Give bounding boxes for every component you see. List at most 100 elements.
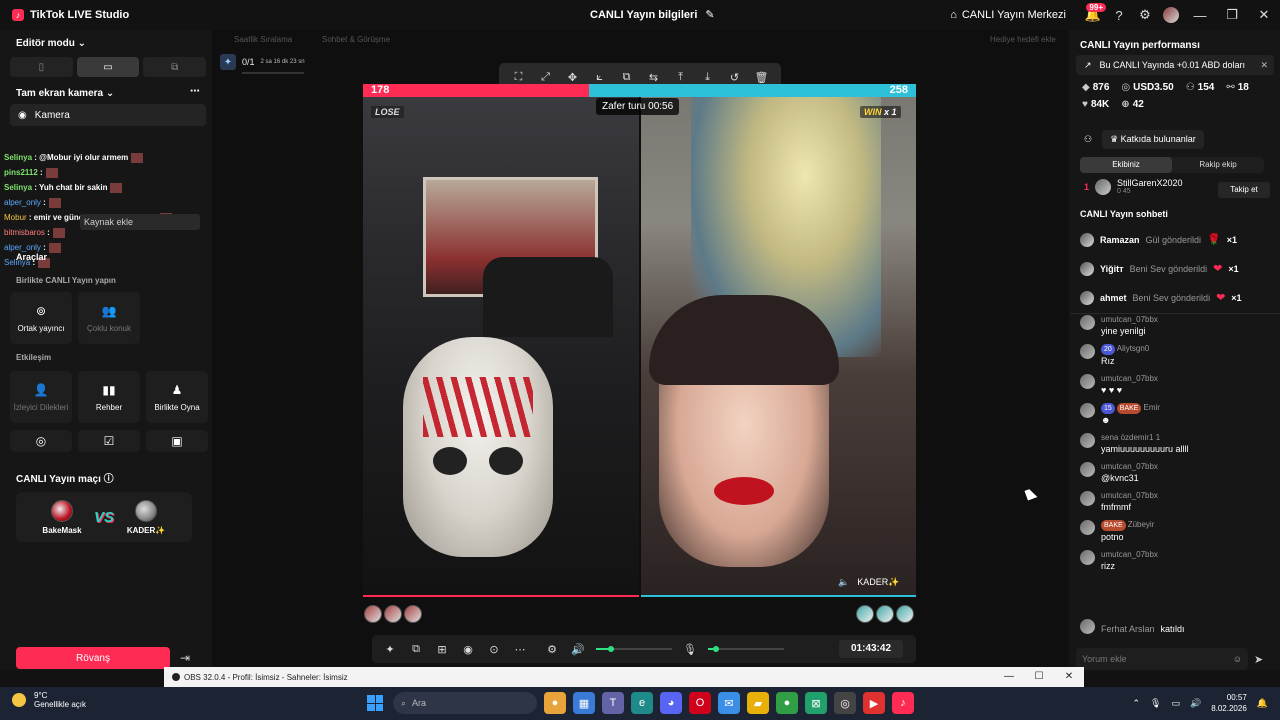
notifications-button[interactable]: 🔔 99+	[1080, 0, 1106, 30]
chat-call-label[interactable]: Sohbet & Görüşme	[322, 35, 390, 44]
add-layout-icon[interactable]: ⊞	[434, 643, 450, 656]
gift-message[interactable]: Yiğitт Beni Sev gönderildi ❤ ×1	[1080, 254, 1274, 283]
chat-message[interactable]: sena özdemir1 1 yamiuuuuuuuuuru allll	[1080, 432, 1274, 456]
chat-message[interactable]: umutcan_07bbx yine yenilgi	[1080, 314, 1274, 338]
weather-widget[interactable]: 9°C Genellikle açık	[12, 691, 86, 709]
avatar[interactable]	[856, 605, 874, 623]
chrome-alt-icon[interactable]: ●	[776, 692, 798, 714]
move-up-icon[interactable]: ⤒	[671, 71, 691, 84]
live-center-button[interactable]: ⌂ CANLI Yayın Merkezi	[950, 9, 1066, 21]
follow-button[interactable]: Takip et	[1218, 182, 1270, 198]
gift-goal-widget[interactable]: ✦ 0/1 2 sa 16 dk 23 sn	[220, 54, 305, 74]
chat-message[interactable]: umutcan_07bbx @kvnc31	[1080, 461, 1274, 485]
chat-message[interactable]: umutcan_07bbx ♥ ♥ ♥	[1080, 373, 1274, 397]
more-icon[interactable]: ⋯	[512, 643, 528, 656]
emoji-icon[interactable]: ☺	[1233, 648, 1242, 670]
info-icon[interactable]: ⓘ	[104, 474, 114, 485]
exit-icon[interactable]: ⇥	[180, 651, 190, 665]
more-options-icon[interactable]: ⋯	[190, 86, 200, 97]
profile-avatar[interactable]	[1158, 0, 1184, 30]
fullscreen-icon[interactable]: ⛶	[509, 71, 529, 84]
tab-our-team[interactable]: Ekibiniz	[1080, 157, 1172, 173]
tile-i-zleyici-dilekleri[interactable]: 👤 İzleyici Dilekleri	[10, 371, 72, 423]
microphone-icon[interactable]: 🎙	[682, 643, 698, 656]
hourly-ranking-label[interactable]: Saatlik Sıralama	[234, 35, 292, 44]
youtube-icon[interactable]: ▶	[863, 692, 885, 714]
scene-switch-icon[interactable]: ⧉	[408, 643, 424, 656]
gift-message[interactable]: Ramazan Gül gönderildi 🌹 ×1	[1080, 225, 1274, 254]
avatar[interactable]	[876, 605, 894, 623]
portrait-layout-button[interactable]: ▯	[10, 57, 73, 77]
tiktok-live-icon[interactable]: ♪	[892, 692, 914, 714]
tab-rival-team[interactable]: Rakip ekip	[1172, 157, 1264, 173]
tile-partial-3[interactable]: ▣	[146, 430, 208, 452]
landscape-layout-button[interactable]: ▭	[76, 57, 140, 77]
rematch-button[interactable]: Rövanş	[16, 647, 170, 669]
tile-birlikte-oyna[interactable]: ♟ Birlikte Oyna	[146, 371, 208, 423]
audio-settings-icon[interactable]: ⚙	[544, 643, 560, 656]
avatar[interactable]	[384, 605, 402, 623]
network-icon[interactable]: ▭	[1171, 698, 1180, 709]
rotate-icon[interactable]: ↺	[725, 71, 745, 84]
contributors-button[interactable]: ♛ Katkıda bulunanlar	[1102, 130, 1204, 149]
chat-message[interactable]: 15 BAKE Emir ☻	[1080, 402, 1274, 427]
add-source-button[interactable]: Kaynak ekle	[80, 214, 200, 230]
maximize-icon[interactable]: ☐	[1024, 667, 1054, 687]
editor-mode-dropdown[interactable]: Editör modu ⌄	[16, 38, 86, 49]
xbox-icon[interactable]: ⊠	[805, 692, 827, 714]
leaderboard-row[interactable]: 1 StillGarenX2020 0 45	[1084, 178, 1183, 195]
chat-message[interactable]: 20 Aliytsgn0 Rız	[1080, 343, 1274, 368]
taskbar-search[interactable]: ⌕ Ara	[393, 692, 537, 714]
scene-dropdown[interactable]: Tam ekran kamera ⌄	[16, 88, 114, 99]
mic-slider[interactable]	[708, 646, 784, 652]
discord-icon[interactable]: ◕	[660, 692, 682, 714]
volume-slider[interactable]	[596, 646, 672, 652]
obs-icon[interactable]: ◎	[834, 692, 856, 714]
mail-icon[interactable]: ✉	[718, 692, 740, 714]
tile-partial-2[interactable]: ☑	[78, 430, 140, 452]
gift-message[interactable]: ahmet Beni Sev gönderildi ❤ ×1	[1080, 283, 1274, 312]
tile-partial-1[interactable]: ◎	[10, 430, 72, 452]
camera-source-item[interactable]: ◉ Kamera	[10, 104, 206, 126]
comment-input[interactable]: Yorum ekle ☺	[1076, 648, 1248, 670]
screenshot-icon[interactable]: ⊙	[486, 643, 502, 656]
help-icon[interactable]: ?	[1106, 0, 1132, 30]
chat-message[interactable]: BAKE Zübeyir potno	[1080, 519, 1274, 544]
chevron-up-icon[interactable]: ⌃	[1132, 698, 1140, 709]
flip-icon[interactable]: ⇆	[644, 71, 664, 84]
earnings-banner[interactable]: ↗ Bu CANLI Yayında +0.01 ABD doları ✕	[1076, 55, 1274, 75]
chat-message[interactable]: umutcan_07bbx fmfmmf	[1080, 490, 1274, 514]
center-icon[interactable]: ✥	[563, 71, 583, 84]
minimize-icon[interactable]: —	[994, 667, 1024, 687]
volume-icon[interactable]: 🔊	[1190, 698, 1201, 709]
close-icon[interactable]: ✕	[1054, 667, 1084, 687]
move-down-icon[interactable]: ⤓	[698, 71, 718, 84]
avatar[interactable]	[404, 605, 422, 623]
store-icon[interactable]: ▦	[573, 692, 595, 714]
split-layout-button[interactable]: ⧉	[143, 57, 207, 77]
folder-icon[interactable]: ▰	[747, 692, 769, 714]
tile--oklu-konuk[interactable]: 👥 Çoklu konuk	[78, 292, 140, 344]
add-user-icon[interactable]: ⚇	[1084, 134, 1092, 145]
teams-icon[interactable]: T	[602, 692, 624, 714]
edge-icon[interactable]: e	[631, 692, 653, 714]
tile-rehber[interactable]: ▮▮ Rehber	[78, 371, 140, 423]
volume-icon[interactable]: 🔊	[570, 643, 586, 656]
chat-message[interactable]: umutcan_07bbx rizz	[1080, 549, 1274, 573]
live-info-button[interactable]: CANLI Yayın bilgileri ✎	[590, 8, 715, 22]
restore-icon[interactable]: ❐	[1216, 0, 1248, 30]
mic-icon[interactable]: 🎙	[1150, 698, 1161, 709]
avatar[interactable]	[364, 605, 382, 623]
opera-icon[interactable]: O	[689, 692, 711, 714]
magic-wand-icon[interactable]: ✦	[382, 643, 398, 656]
send-icon[interactable]: ➤	[1254, 653, 1263, 666]
crop-icon[interactable]: ⟀	[590, 71, 610, 84]
close-icon[interactable]: ✕	[1260, 60, 1268, 71]
duplicate-icon[interactable]: ⧉	[617, 71, 637, 84]
start-icon[interactable]	[367, 695, 383, 711]
notification-bell-icon[interactable]: 🔔	[1257, 698, 1268, 709]
trash-icon[interactable]: 🗑	[752, 71, 772, 84]
settings-gear-icon[interactable]: ⚙	[1132, 0, 1158, 30]
avatar[interactable]	[896, 605, 914, 623]
minimize-icon[interactable]: —	[1184, 0, 1216, 30]
